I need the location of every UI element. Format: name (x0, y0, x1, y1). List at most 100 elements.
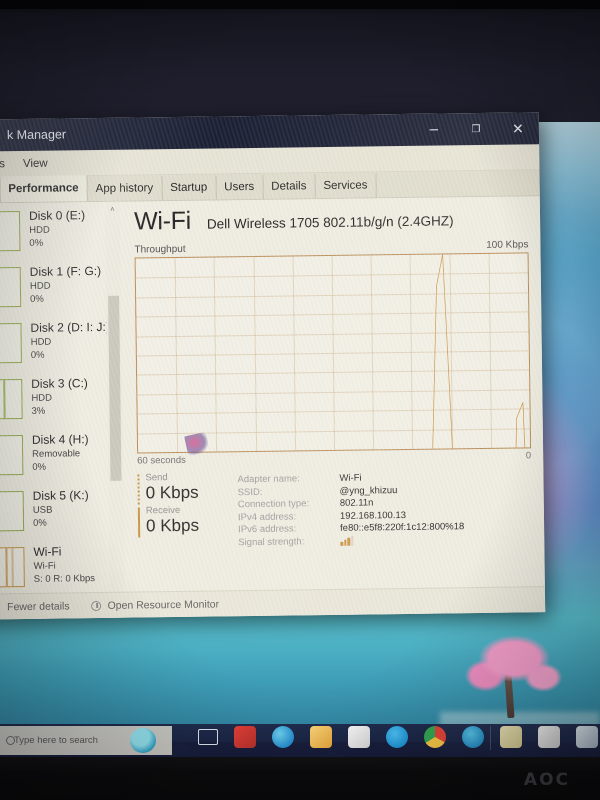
scroll-up-icon[interactable]: ˄ (105, 202, 120, 216)
tab-performance[interactable]: Performance (0, 175, 88, 203)
sidebar-item-value: 0% (29, 237, 44, 249)
edge-icon[interactable] (272, 726, 294, 748)
send-value: 0 Kbps (145, 482, 199, 503)
sidebar-item-disk-2[interactable]: Disk 2 (D: I: J:) HDD 0% (0, 314, 122, 372)
window-title: k Manager (6, 127, 67, 143)
sidebar-item-value: 0% (32, 517, 47, 529)
ipv4-address-label: IPv4 address: (237, 510, 297, 523)
mini-graph-disk-3 (0, 379, 23, 420)
cortana-icon[interactable] (130, 728, 156, 753)
wallpaper-cherry-blossom-tree (452, 630, 572, 725)
skype-icon[interactable] (386, 726, 408, 748)
sidebar-item-value: S: 0 R: 0 Kbps (33, 573, 96, 585)
page-title: Wi-Fi (133, 206, 192, 236)
receive-block: Receive 0 Kbps (137, 504, 238, 538)
folder-icon[interactable] (500, 726, 522, 748)
adapter-name-value: Wi-Fi (339, 472, 362, 484)
mail-icon[interactable] (462, 726, 484, 748)
close-button[interactable]: ✕ (497, 112, 539, 145)
office-icon[interactable] (234, 726, 256, 748)
axis-left-label: 60 seconds (137, 454, 186, 467)
signal-strength-icon (340, 534, 464, 546)
settings-icon[interactable] (576, 726, 598, 748)
chrome-icon[interactable] (424, 726, 446, 748)
sidebar-item-disk-0[interactable]: Disk 0 (E:) HDD 0% (0, 202, 121, 260)
tab-details[interactable]: Details (263, 174, 316, 199)
fewer-details-button[interactable]: Fewer details (0, 600, 70, 613)
scrollbar-thumb[interactable] (108, 295, 122, 481)
performance-detail-panel: Wi-Fi Dell Wireless 1705 802.11b/g/n (2.… (120, 196, 545, 617)
send-block: Send 0 Kbps (137, 471, 237, 505)
graph-max-label: 100 Kbps (486, 239, 529, 251)
monitor-upper-bezel (0, 0, 600, 9)
task-manager-window: k Manager – ❐ ✕ Options View sses Perfor… (0, 112, 546, 620)
photo-scene: k Manager – ❐ ✕ Options View sses Perfor… (0, 0, 600, 800)
sidebar-item-label: Disk 4 (H:) (31, 432, 89, 447)
sidebar-item-label: Disk 2 (D: I: J:) (30, 319, 110, 335)
search-icon[interactable] (6, 736, 15, 745)
signal-strength-label: Signal strength: (238, 535, 305, 548)
task-manager-body: Disk 0 (E:) HDD 0% Disk 1 (F: G:) HDD 0% (0, 196, 546, 620)
stats-area: Send 0 Kbps Receive 0 Kbps Adapter name:… (137, 467, 532, 549)
open-resource-monitor-link[interactable]: Open Resource Monitor (91, 598, 219, 612)
sidebar-item-value: 0% (32, 461, 47, 473)
taskbar-separator (490, 726, 491, 750)
maximize-button[interactable]: ❐ (455, 113, 497, 146)
sidebar-item-label: Wi-Fi (33, 544, 62, 559)
adapter-name-label: Adapter name: (237, 473, 300, 486)
axis-right-label: 0 (525, 450, 532, 462)
sidebar-item-label: Disk 3 (C:) (31, 376, 88, 391)
menu-item-options[interactable]: Options (0, 158, 5, 171)
task-view-icon[interactable] (198, 729, 218, 745)
explorer-icon[interactable] (310, 726, 332, 748)
sidebar-item-subtitle: Wi-Fi (33, 560, 56, 572)
send-line-marker (137, 474, 140, 505)
sidebar-item-label: Disk 0 (E:) (28, 208, 86, 223)
connection-type-value: 802.11n (339, 497, 374, 509)
resource-sidebar: Disk 0 (E:) HDD 0% Disk 1 (F: G:) HDD 0% (0, 201, 126, 620)
sidebar-item-disk-5[interactable]: Disk 5 (K:) USB 0% (0, 482, 124, 540)
sidebar-item-disk-3[interactable]: Disk 3 (C:) HDD 3% (0, 370, 123, 428)
mini-graph-disk-4 (0, 435, 24, 476)
adapter-details: Adapter name: Wi-Fi SSID: @yng_khizuu Co… (237, 468, 465, 548)
adapter-description: Dell Wireless 1705 802.11b/g/n (2.4GHZ) (206, 213, 454, 232)
sidebar-item-subtitle: HDD (29, 224, 50, 236)
open-resource-monitor-label: Open Resource Monitor (107, 597, 220, 612)
sidebar-item-value: 3% (31, 405, 46, 417)
sidebar-item-subtitle: HDD (30, 336, 52, 348)
sidebar-item-wifi[interactable]: Wi-Fi Wi-Fi S: 0 R: 0 Kbps (0, 538, 125, 596)
receive-value: 0 Kbps (145, 515, 200, 536)
mini-graph-disk-0 (0, 211, 21, 252)
monitor-top-dark-area (0, 0, 600, 128)
mini-graph-disk-2 (0, 323, 22, 364)
taskbar-app-icons (198, 726, 598, 748)
connection-type-label: Connection type: (237, 498, 310, 511)
panel-header: Wi-Fi Dell Wireless 1705 802.11b/g/n (2.… (134, 202, 528, 236)
tab-services[interactable]: Services (315, 173, 377, 199)
sidebar-item-disk-4[interactable]: Disk 4 (H:) Removable 0% (0, 426, 124, 484)
ssid-label: SSID: (237, 486, 263, 498)
sidebar-item-disk-1[interactable]: Disk 1 (F: G:) HDD 0% (0, 258, 121, 316)
media-icon[interactable] (538, 726, 560, 748)
sidebar-item-label: Disk 5 (K:) (32, 488, 89, 503)
sidebar-item-subtitle: HDD (29, 280, 51, 292)
sidebar-item-value: 0% (30, 293, 44, 305)
ipv6-address-label: IPv6 address: (238, 523, 297, 536)
chevron-up-icon (0, 601, 1, 613)
tab-startup[interactable]: Startup (162, 175, 217, 201)
minimize-button[interactable]: – (413, 113, 455, 146)
tab-app-history[interactable]: App history (87, 176, 163, 202)
receive-line-marker (137, 507, 141, 538)
menu-item-view[interactable]: View (23, 157, 48, 169)
sidebar-item-label: Disk 1 (F: G:) (29, 263, 102, 279)
ipv6-address-value: fe80::e5f8:220f:1c12:800%18 (340, 521, 465, 534)
graph-label: Throughput (134, 243, 186, 256)
store-icon[interactable] (348, 726, 370, 748)
monitor-bottom-bezel (0, 757, 600, 800)
throughput-values: Send 0 Kbps Receive 0 Kbps (137, 471, 238, 549)
tab-users[interactable]: Users (216, 174, 264, 200)
throughput-graph (134, 252, 532, 454)
monitor-brand-logo: AOC (523, 770, 570, 790)
sidebar-item-subtitle: USB (32, 504, 53, 516)
fewer-details-label: Fewer details (7, 599, 70, 613)
